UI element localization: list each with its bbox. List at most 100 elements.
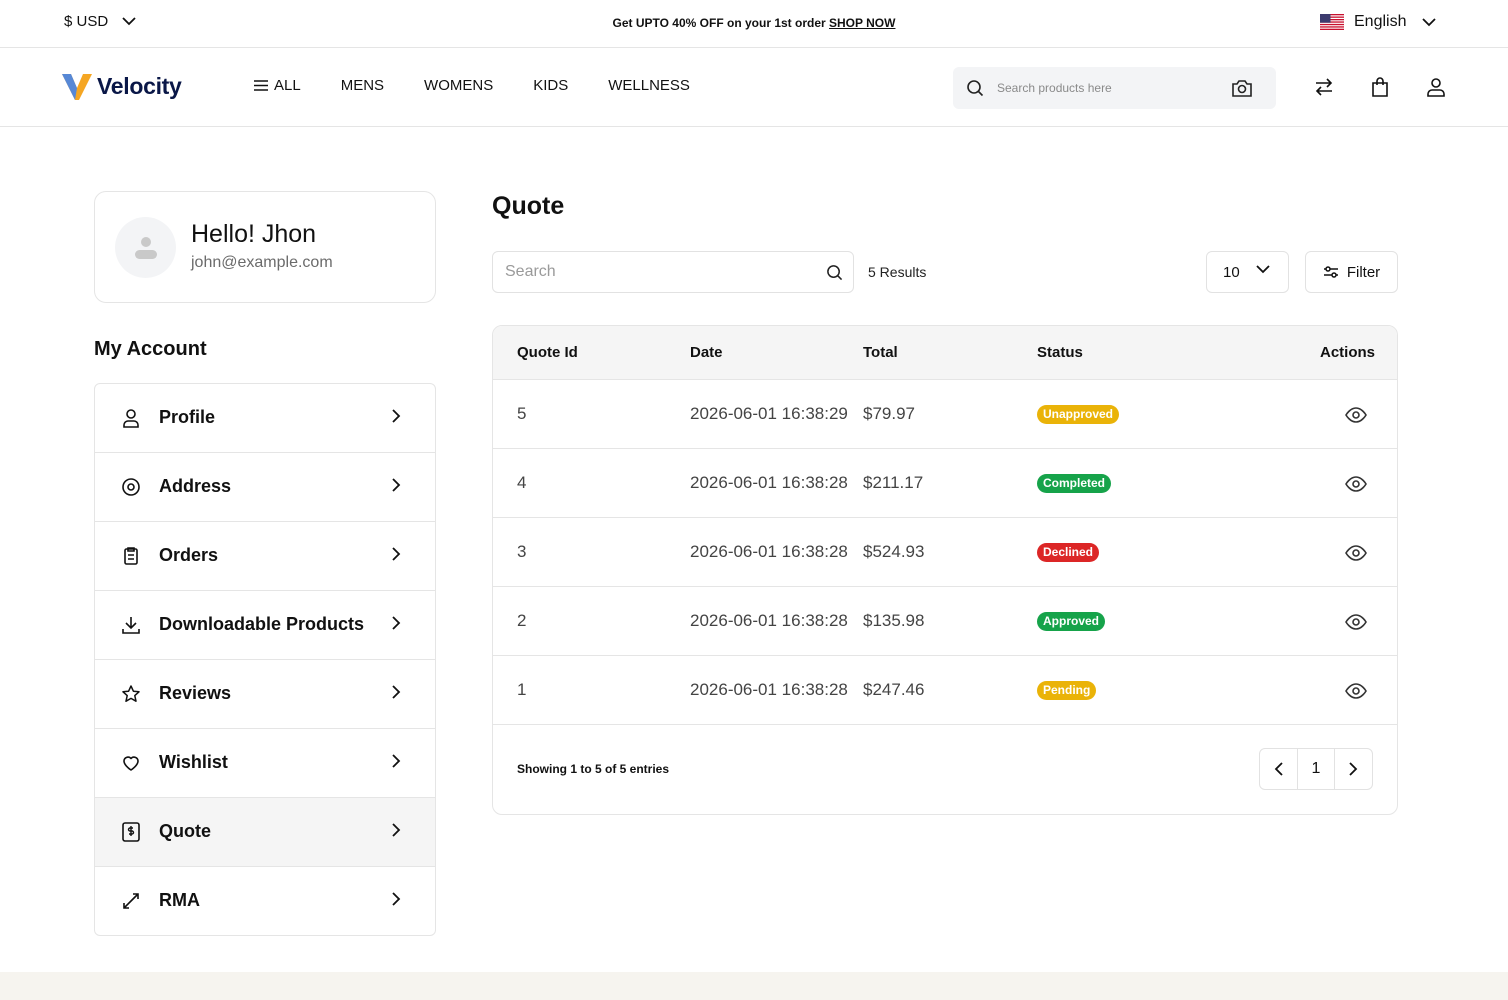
col-quote-id[interactable]: Quote Id	[517, 344, 578, 361]
chevron-right-icon	[392, 409, 401, 423]
nav-all-label: ALL	[274, 77, 301, 94]
view-eye-icon[interactable]	[1345, 614, 1367, 630]
chevron-right-icon	[392, 823, 401, 837]
status-badge: Approved	[1037, 612, 1106, 631]
quote-total: $79.97	[863, 404, 915, 423]
search-icon	[967, 80, 984, 97]
status-badge: Completed	[1037, 474, 1112, 493]
sidebar-item-label: Profile	[159, 407, 216, 427]
table-row: 2 2026-06-01 16:38:28 $135.98 Approved	[493, 587, 1397, 656]
view-eye-icon[interactable]	[1345, 476, 1367, 492]
quote-date: 2026-06-01 16:38:28	[690, 473, 848, 492]
table-row: 3 2026-06-01 16:38:28 $524.93 Declined	[493, 518, 1397, 587]
quote-date: 2026-06-01 16:38:28	[690, 542, 848, 561]
camera-icon[interactable]	[1231, 78, 1253, 98]
quote-total: $135.98	[863, 611, 925, 630]
entries-summary: Showing 1 to 5 of 5 entries	[517, 762, 670, 776]
profile-card: Hello! Jhon john@example.com	[94, 191, 436, 303]
filter-label: Filter	[1346, 263, 1381, 281]
exchange-icon	[123, 893, 139, 909]
prev-page-button[interactable]	[1260, 749, 1297, 789]
chevron-down-icon	[1422, 17, 1437, 26]
hamburger-menu-icon	[254, 80, 268, 91]
sidebar-item-rma[interactable]: RMA	[95, 867, 435, 935]
results-count: 5 Results	[868, 264, 927, 280]
sidebar-item-label: Reviews	[159, 683, 232, 703]
chevron-right-icon	[392, 754, 401, 768]
col-actions: Actions	[1320, 344, 1376, 361]
sidebar-item-address[interactable]: Address	[95, 453, 435, 522]
next-page-button[interactable]	[1335, 749, 1372, 789]
chevron-left-icon	[1274, 762, 1283, 776]
shop-now-link[interactable]: SHOP NOW	[829, 16, 895, 30]
chevron-right-icon	[392, 685, 401, 699]
quote-search	[492, 251, 854, 293]
sidebar-item-quote[interactable]: Quote	[95, 798, 435, 867]
view-eye-icon[interactable]	[1345, 407, 1367, 423]
logo[interactable]: Velocity	[61, 71, 182, 101]
user-email: john@example.com	[191, 254, 333, 271]
col-status[interactable]: Status	[1037, 344, 1083, 361]
quote-search-input[interactable]	[505, 252, 805, 292]
quote-total: $247.46	[863, 680, 925, 699]
language-selector[interactable]: English	[1320, 13, 1437, 31]
sidebar-item-label: Address	[159, 476, 232, 496]
quote-id: 1	[517, 680, 527, 699]
sidebar-item-label: Downloadable Products	[159, 614, 365, 634]
location-pin-icon	[122, 478, 140, 496]
sidebar-item-orders[interactable]: Orders	[95, 522, 435, 591]
sidebar-item-reviews[interactable]: Reviews	[95, 660, 435, 729]
quote-document-icon	[122, 822, 140, 842]
table-row: 5 2026-06-01 16:38:29 $79.97 Unapproved	[493, 380, 1397, 449]
promo-text: Get UPTO 40% OFF on your 1st order	[612, 16, 826, 30]
velocity-logo-icon	[62, 74, 92, 100]
nav-wellness[interactable]: WELLNESS	[608, 77, 690, 94]
user-icon	[123, 409, 139, 428]
table-row: 4 2026-06-01 16:38:28 $211.17 Completed	[493, 449, 1397, 518]
per-page-value: 10	[1223, 264, 1240, 281]
language-label: English	[1354, 13, 1407, 30]
greeting: Hello! Jhon	[191, 220, 317, 248]
view-eye-icon[interactable]	[1345, 545, 1367, 561]
logo-text: Velocity	[97, 72, 182, 99]
star-icon	[122, 685, 140, 702]
quote-total: $524.93	[863, 542, 925, 561]
col-date[interactable]: Date	[690, 344, 723, 361]
clipboard-icon	[124, 547, 138, 565]
sidebar-item-profile[interactable]: Profile	[95, 384, 435, 453]
sidebar-item-label: Quote	[159, 821, 211, 841]
heart-icon	[123, 756, 139, 771]
quote-date: 2026-06-01 16:38:28	[690, 611, 848, 630]
sliders-icon	[1323, 266, 1338, 278]
search-icon[interactable]	[826, 264, 843, 281]
quote-id: 4	[517, 473, 527, 492]
sidebar-item-wishlist[interactable]: Wishlist	[95, 729, 435, 798]
chevron-right-icon	[392, 547, 401, 561]
sidebar-item-downloadable-products[interactable]: Downloadable Products	[95, 591, 435, 660]
product-search-input[interactable]	[997, 67, 1217, 109]
account-menu: Profile Address Orders Downloadable Prod…	[94, 383, 436, 936]
filter-button[interactable]: Filter	[1305, 251, 1398, 293]
nav-mens[interactable]: MENS	[341, 77, 384, 94]
table-row: 1 2026-06-01 16:38:28 $247.46 Pending	[493, 656, 1397, 725]
quote-id: 2	[517, 611, 527, 630]
chevron-right-icon	[392, 478, 401, 492]
col-total[interactable]: Total	[863, 344, 898, 361]
footer-band	[0, 972, 1508, 1000]
nav-all[interactable]: ALL	[254, 77, 301, 94]
view-eye-icon[interactable]	[1345, 683, 1367, 699]
quote-date: 2026-06-01 16:38:29	[690, 404, 848, 423]
chevron-right-icon	[1349, 762, 1358, 776]
product-search	[953, 67, 1276, 109]
per-page-select[interactable]: 10	[1206, 251, 1289, 293]
quote-table: Quote Id Date Total Status Actions 5 202…	[492, 325, 1398, 815]
chevron-right-icon	[392, 616, 401, 630]
shopping-bag-icon[interactable]	[1371, 77, 1389, 97]
current-page-button[interactable]: 1	[1297, 749, 1335, 789]
compare-icon[interactable]	[1313, 77, 1335, 97]
quote-id: 5	[517, 404, 527, 423]
top-bar: $ USD Get UPTO 40% OFF on your 1st order…	[0, 0, 1508, 48]
user-account-icon[interactable]	[1426, 77, 1446, 97]
nav-womens[interactable]: WOMENS	[424, 77, 493, 94]
nav-kids[interactable]: KIDS	[533, 77, 568, 94]
